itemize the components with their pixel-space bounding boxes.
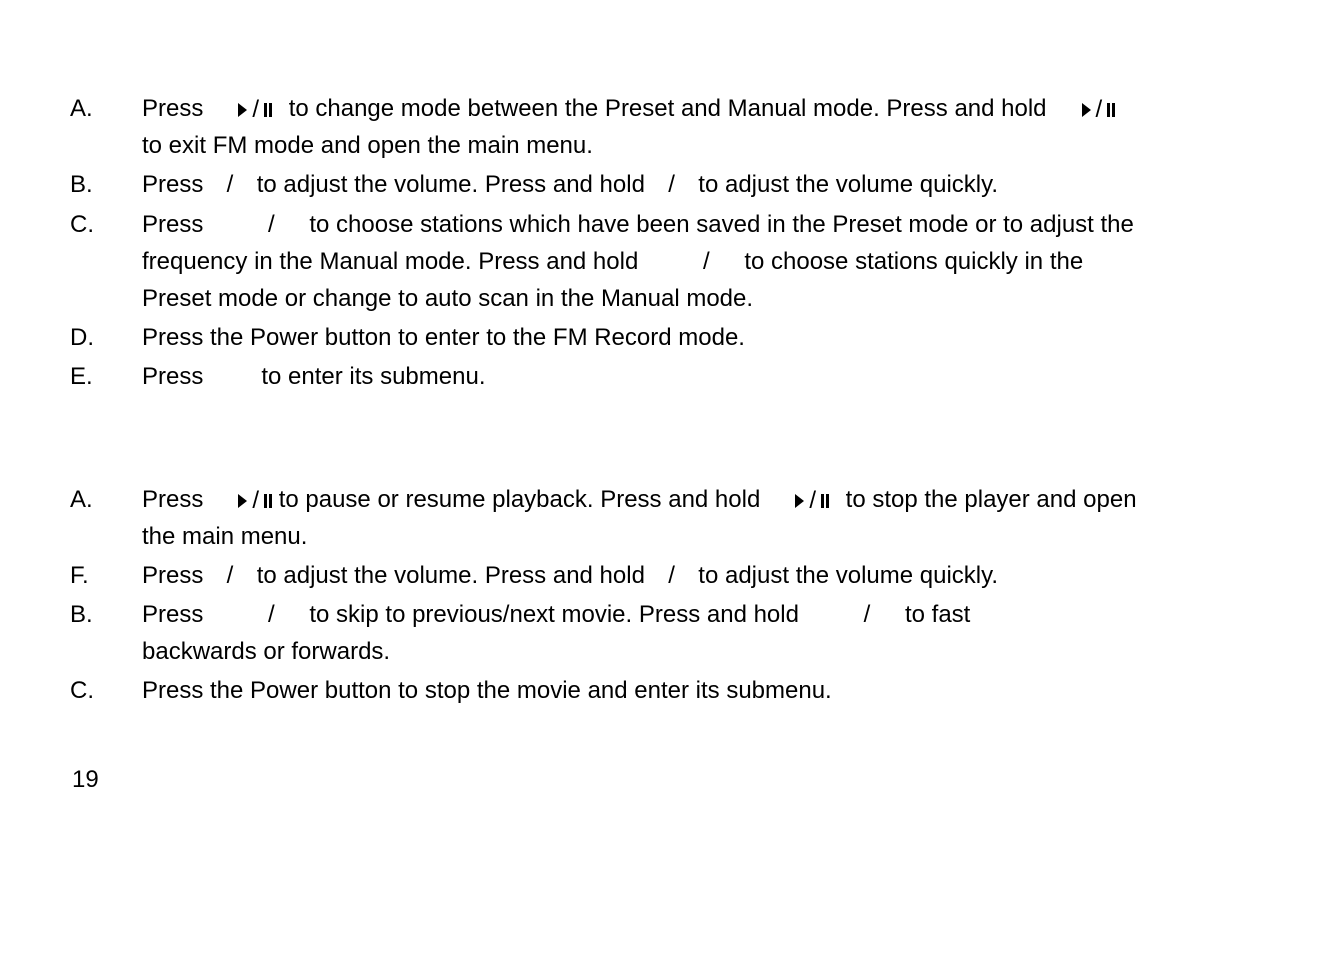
pause-icon [264, 494, 272, 508]
text-segment: to exit FM mode and open the main menu. [142, 132, 593, 159]
instruction-list-2: A.Press/ to pause or resume playback. Pr… [70, 481, 1275, 710]
slash-icon: / [1095, 98, 1104, 122]
text-segment: the main menu. [142, 523, 307, 550]
text-segment: / [696, 248, 709, 275]
play-pause-icon: / [795, 489, 829, 513]
text-segment: Press [142, 363, 203, 390]
text-segment: to choose stations quickly in the [738, 248, 1084, 275]
list-item-body: Press to enter its submenu. [142, 358, 1275, 395]
list-item: C.Press / to choose stations which have … [70, 206, 1275, 318]
list-item-body: Press the Power button to stop the movie… [142, 672, 1275, 709]
page-number: 19 [72, 761, 99, 798]
list-item-body: Press / to change mode between the Preset… [142, 90, 1275, 164]
list-item-body: Press / to pause or resume playback. Pres… [142, 481, 1275, 555]
text-segment: backwards or forwards. [142, 638, 390, 665]
list-item: C.Press the Power button to stop the mov… [70, 672, 1275, 709]
page: A.Press/ to change mode between the Pres… [0, 0, 1335, 835]
text-segment: Preset mode or change to auto scan in th… [142, 285, 753, 312]
text-segment: / [261, 601, 274, 628]
text-segment: to adjust the volume. Press and hold [250, 562, 652, 589]
text-segment: to pause or resume playback. Press and h… [272, 486, 760, 513]
text-segment: to change mode between the Preset and Ma… [282, 95, 1047, 122]
text-segment: to skip to previous/next movie. Press an… [303, 601, 799, 628]
pause-icon [1107, 103, 1115, 117]
text-segment: / [662, 562, 682, 589]
text-segment: Press the Power button to enter to the F… [142, 324, 745, 351]
list-item: A.Press / to change mode between the Pres… [70, 90, 1275, 164]
text-segment: Press [142, 171, 210, 198]
list-item-body: Press / to adjust the volume. Press and … [142, 557, 1275, 594]
list-item: A.Press / to pause or resume playback. Pr… [70, 481, 1275, 555]
list-marker: B. [70, 596, 142, 670]
list-marker: D. [70, 319, 142, 356]
list-marker: C. [70, 206, 142, 318]
play-pause-icon: / [238, 98, 272, 122]
text-segment: / [662, 171, 682, 198]
slash-icon: / [251, 489, 260, 513]
list-item-body: Press / to adjust the volume. Press and … [142, 166, 1275, 203]
pause-icon [821, 494, 829, 508]
list-item-body: Press the Power button to enter to the F… [142, 319, 1275, 356]
list-item-body: Press / to skip to previous/next movie. … [142, 596, 1275, 670]
slash-icon: / [251, 98, 260, 122]
text-segment: / [220, 562, 240, 589]
play-pause-icon: / [1082, 98, 1116, 122]
list-item: D.Press the Power button to enter to the… [70, 319, 1275, 356]
text-segment: Press [142, 486, 203, 513]
list-marker: C. [70, 672, 142, 709]
pause-icon [264, 103, 272, 117]
text-segment: to enter its submenu. [261, 363, 485, 390]
list-item: F.Press / to adjust the volume. Press an… [70, 557, 1275, 594]
play-triangle-icon [795, 494, 804, 508]
list-marker: F. [70, 557, 142, 594]
text-segment: Press the Power button to stop the movie… [142, 677, 832, 704]
text-segment: to adjust the volume quickly. [692, 562, 998, 589]
play-triangle-icon [238, 494, 247, 508]
play-pause-icon: / [238, 489, 272, 513]
list-marker: B. [70, 166, 142, 203]
text-segment: / [220, 171, 240, 198]
text-segment: Press [142, 562, 210, 589]
text-segment: Press [142, 601, 203, 628]
list-item: B.Press / to adjust the volume. Press an… [70, 166, 1275, 203]
text-segment: / [857, 601, 870, 628]
list-marker: A. [70, 481, 142, 555]
text-segment: to adjust the volume. Press and hold [250, 171, 652, 198]
text-segment: to adjust the volume quickly. [692, 171, 998, 198]
text-segment: Press [142, 95, 203, 122]
text-segment: to choose stations which have been saved… [303, 211, 1134, 238]
list-item: B.Press / to skip to previous/next movie… [70, 596, 1275, 670]
list-item: E.Press to enter its submenu. [70, 358, 1275, 395]
list-marker: E. [70, 358, 142, 395]
list-marker: A. [70, 90, 142, 164]
text-segment: to stop the player and open [839, 486, 1137, 513]
text-segment: to fast [898, 601, 970, 628]
play-triangle-icon [238, 103, 247, 117]
list-item-body: Press / to choose stations which have be… [142, 206, 1275, 318]
instruction-list-1: A.Press/ to change mode between the Pres… [70, 90, 1275, 396]
text-segment: / [261, 211, 274, 238]
slash-icon: / [808, 489, 817, 513]
text-segment: frequency in the Manual mode. Press and … [142, 248, 638, 275]
text-segment: Press [142, 211, 203, 238]
play-triangle-icon [1082, 103, 1091, 117]
